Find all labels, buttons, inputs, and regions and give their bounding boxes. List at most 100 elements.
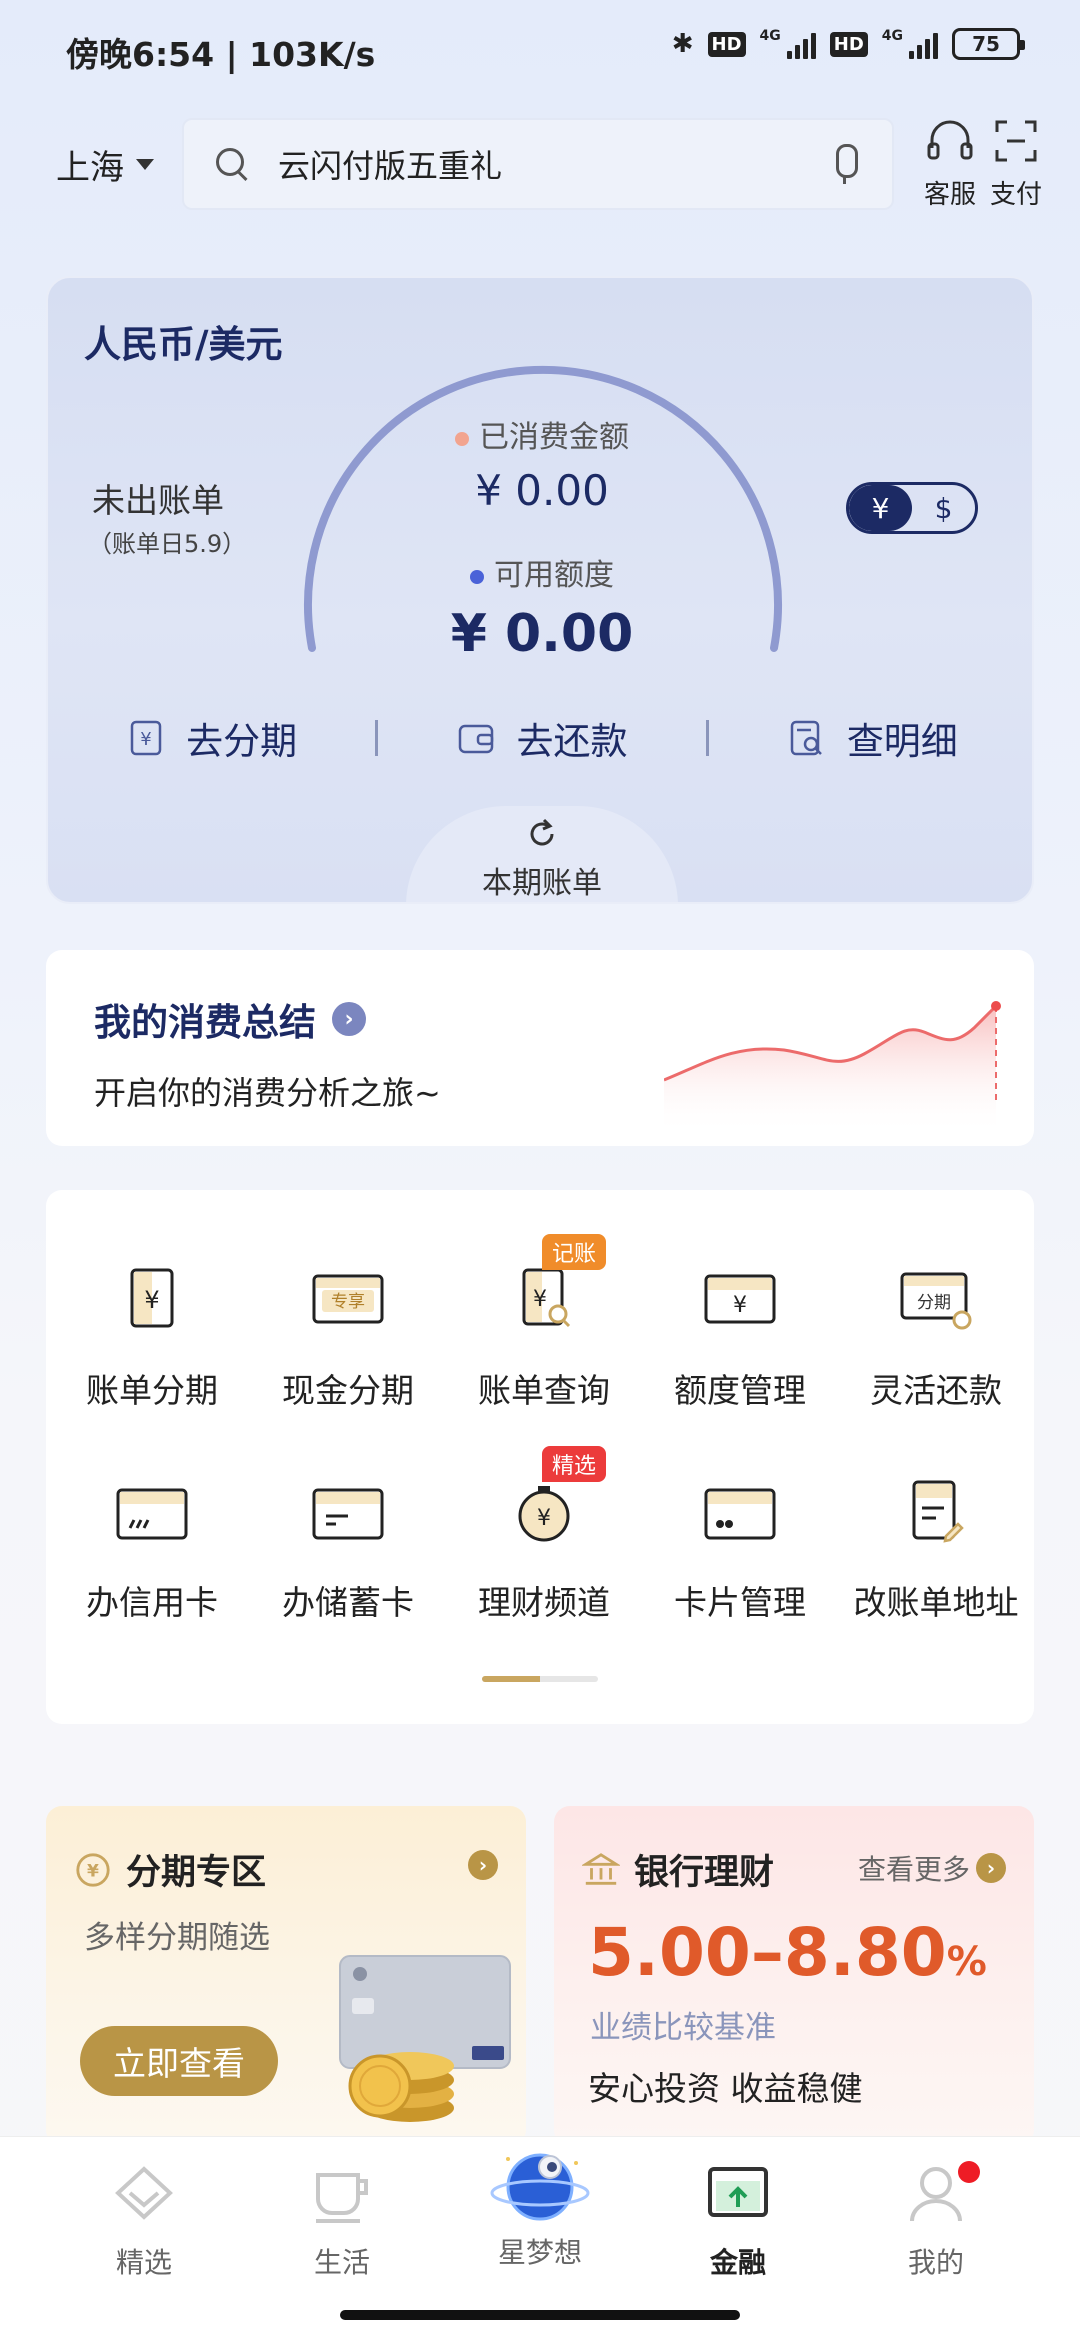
wealth-slogan: 安心投资 收益稳健 <box>588 2069 863 2108</box>
service-item[interactable]: 专享 现金分期 <box>250 1262 446 1412</box>
network-type: 4G <box>759 28 781 44</box>
view-more-link[interactable]: 查看更多 › <box>858 1848 1006 1888</box>
customer-service-button[interactable]: 客服 <box>920 118 980 211</box>
nav-life[interactable]: 生活 <box>242 2159 442 2281</box>
nav-mine[interactable]: 我的 <box>836 2159 1036 2281</box>
currency-cny-option[interactable]: ¥ <box>849 485 912 531</box>
currency-usd-option[interactable]: $ <box>912 485 975 531</box>
status-time: 傍晚6:54 | 103K/s <box>66 35 376 74</box>
nav-finance[interactable]: 金融 <box>638 2159 838 2281</box>
credit-limit-icon: ¥ <box>700 1262 780 1342</box>
repay-label: 去还款 <box>516 720 628 763</box>
service-label: 现金分期 <box>282 1371 414 1410</box>
service-label: 理财频道 <box>478 1583 610 1622</box>
hd-badge: HD <box>707 31 746 57</box>
headset-icon <box>927 120 973 160</box>
nav-dream[interactable]: 星梦想 <box>440 2141 640 2271</box>
svg-text:¥: ¥ <box>537 1506 551 1531</box>
bill-installment-icon: ¥ <box>112 1262 192 1342</box>
nav-label: 我的 <box>907 2246 964 2279</box>
svg-text:¥: ¥ <box>87 1861 99 1881</box>
cash-installment-inner-text: 专享 <box>331 1292 365 1312</box>
apply-debit-card-icon <box>308 1474 388 1554</box>
pay-label: 支付 <box>989 180 1042 210</box>
chevron-right-icon: › <box>976 1853 1006 1883</box>
view-details-label: 查明细 <box>846 720 958 763</box>
consumption-summary-card[interactable]: 我的消费总结 › 开启你的消费分析之旅~ <box>46 950 1034 1146</box>
cup-icon <box>316 2173 368 2223</box>
signal-icon <box>786 29 816 59</box>
service-item[interactable]: 分期 灵活还款 <box>838 1262 1034 1412</box>
return-rate-unit: % <box>946 1939 987 1985</box>
city-selector[interactable]: 上海 <box>56 140 154 189</box>
installment-zone-subtitle: 多样分期随选 <box>84 1920 270 1956</box>
refresh-icon <box>530 818 554 846</box>
spent-amount-label: 已消费金额 <box>48 412 1032 456</box>
bank-wealth-card[interactable]: 银行理财 查看更多 › 5.00–8.80% 业绩比较基准 安心投资 收益稳健 <box>554 1806 1034 2146</box>
installment-zone-card[interactable]: ¥ 分期专区 › 多样分期随选 立即查看 <box>46 1806 526 2146</box>
svg-text:¥: ¥ <box>144 1286 159 1314</box>
notification-dot <box>958 2161 980 2183</box>
service-item[interactable]: 办信用卡 <box>54 1474 250 1624</box>
bill-actions: ¥ 去分期 去还款 查明细 <box>48 708 1032 768</box>
network-type: 4G <box>881 28 903 44</box>
finance-card-icon <box>708 2167 768 2217</box>
scan-icon <box>995 120 1037 162</box>
yen-doc-icon: ¥ <box>130 720 162 756</box>
current-bill-label: 本期账单 <box>482 866 602 901</box>
city-label: 上海 <box>56 148 124 188</box>
search-icon <box>214 146 250 182</box>
current-bill-tab[interactable]: 本期账单 <box>406 806 678 902</box>
bill-query-icon: ¥ 记账 <box>504 1234 607 1342</box>
service-item[interactable]: 办储蓄卡 <box>250 1474 446 1624</box>
nav-label: 金融 <box>709 2246 766 2279</box>
installment-zone-title: ¥ 分期专区 <box>74 1844 266 1895</box>
currency-toggle[interactable]: ¥ $ <box>846 482 978 534</box>
service-label: 账单分期 <box>86 1371 218 1410</box>
service-item[interactable]: ¥ 账单分期 <box>54 1262 250 1412</box>
search-doc-icon <box>790 720 822 756</box>
chevron-right-icon: › <box>468 1850 498 1880</box>
search-input[interactable]: 云闪付版五重礼 <box>278 141 824 187</box>
flexible-repay-icon: 分期 <box>896 1262 976 1342</box>
status-icons: ✱ HD 4G HD 4G 75 <box>671 28 1025 60</box>
return-rate-value: 5.00–8.80 <box>588 1914 947 1991</box>
spent-dot <box>455 431 469 446</box>
bill-card: 人民币/美元 未出账单 （账单日5.9） 已消费金额 ¥ 0.00 可用额度 ¥… <box>46 276 1034 904</box>
microphone-icon[interactable] <box>824 142 864 186</box>
service-label: 账单查询 <box>478 1371 610 1410</box>
view-details-button[interactable]: 查明细 <box>709 711 1032 765</box>
view-now-button[interactable]: 立即查看 <box>80 2026 278 2096</box>
nav-label: 星梦想 <box>497 2236 582 2269</box>
signal-icon <box>909 29 938 59</box>
available-limit-label: 可用额度 <box>48 550 1032 594</box>
wealth-channel-icon: ¥ 精选 <box>504 1446 607 1554</box>
service-item[interactable]: ¥ 额度管理 <box>642 1262 838 1412</box>
wallet-icon <box>459 724 494 754</box>
nav-label: 精选 <box>115 2246 172 2279</box>
installment-button[interactable]: ¥ 去分期 <box>48 711 375 765</box>
nav-featured[interactable]: 精选 <box>44 2159 244 2281</box>
card-management-icon <box>700 1474 780 1554</box>
repay-button[interactable]: 去还款 <box>378 711 705 765</box>
home-indicator <box>340 2310 740 2320</box>
service-label: 办信用卡 <box>86 1583 218 1622</box>
search-bar[interactable]: 云闪付版五重礼 <box>182 118 894 210</box>
bookkeeping-tag: 记账 <box>542 1234 607 1270</box>
customer-service-label: 客服 <box>923 180 976 210</box>
bluetooth-icon: ✱ <box>671 29 694 59</box>
service-item[interactable]: 改账单地址 <box>838 1474 1034 1624</box>
return-rate: 5.00–8.80% <box>588 1914 987 1991</box>
bank-wealth-title-text: 银行理财 <box>634 1853 775 1893</box>
available-limit-value: ¥ 0.00 <box>450 604 634 664</box>
pay-button[interactable]: 支付 <box>986 118 1046 211</box>
service-item[interactable]: ¥ 记账 账单查询 <box>446 1234 642 1412</box>
planet-astronaut-icon <box>490 2153 590 2221</box>
battery-icon: 75 <box>952 28 1025 60</box>
service-item[interactable]: ¥ 精选 理财频道 <box>446 1446 642 1624</box>
view-more-label: 查看更多 <box>857 1853 970 1886</box>
service-label: 改账单地址 <box>853 1583 1019 1622</box>
service-label: 额度管理 <box>674 1371 806 1410</box>
service-item[interactable]: 卡片管理 <box>642 1474 838 1624</box>
summary-title-text: 我的消费总结 <box>94 1001 316 1044</box>
